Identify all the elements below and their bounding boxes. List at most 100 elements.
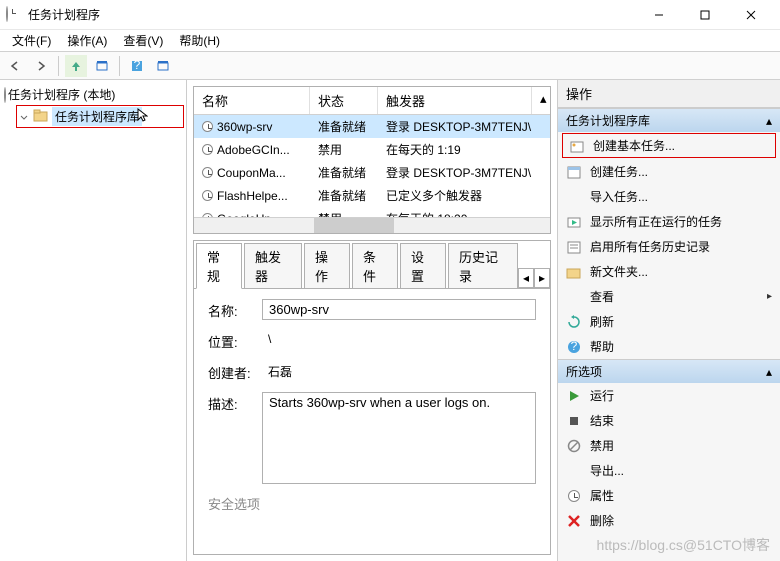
action-refresh[interactable]: 刷新 xyxy=(558,309,780,334)
delete-icon xyxy=(566,513,582,529)
field-creator: 石磊 xyxy=(262,361,298,382)
action-disable[interactable]: 禁用 xyxy=(558,433,780,458)
col-status[interactable]: 状态 xyxy=(310,87,378,114)
help-icon: ? xyxy=(566,339,582,355)
table-row[interactable]: CouponMa...准备就绪登录 DESKTOP-3M7TENJ\ xyxy=(194,161,550,184)
action-help[interactable]: ?帮助 xyxy=(558,334,780,359)
action-create-task[interactable]: 创建任务... xyxy=(558,159,780,184)
action-import[interactable]: 导入任务... xyxy=(558,184,780,209)
cell-trigger: 在每天的 18:20 xyxy=(378,209,550,217)
cell-status: 禁用 xyxy=(310,209,378,217)
tab-settings[interactable]: 设置 xyxy=(400,243,446,288)
collapse-icon[interactable]: ▴ xyxy=(766,365,772,379)
section-selected[interactable]: 所选项▴ xyxy=(558,359,780,383)
tree-node-library-label: 任务计划程序库 xyxy=(52,107,142,126)
clock-icon xyxy=(4,88,6,102)
panel-button[interactable] xyxy=(91,55,113,77)
chevron-right-icon: ▸ xyxy=(767,291,772,302)
field-name[interactable]: 360wp-srv xyxy=(262,299,536,320)
col-name[interactable]: 名称 xyxy=(194,87,310,114)
label-name: 名称: xyxy=(208,299,262,320)
expand-icon[interactable] xyxy=(18,111,30,123)
label-creator: 创建者: xyxy=(208,361,262,382)
tree-root[interactable]: 任务计划程序 (本地) xyxy=(2,84,184,105)
action-create-basic[interactable]: 创建基本任务... xyxy=(562,133,776,158)
forward-button[interactable] xyxy=(30,55,52,77)
section-library[interactable]: 任务计划程序库▴ xyxy=(558,108,780,132)
tab-next-icon[interactable]: ▸ xyxy=(534,268,550,288)
menu-action[interactable]: 操作(A) xyxy=(59,30,115,51)
svg-text:?: ? xyxy=(134,59,141,72)
scroll-up-icon[interactable]: ▴ xyxy=(532,87,550,114)
separator xyxy=(58,56,59,76)
menu-help[interactable]: 帮助(H) xyxy=(171,30,228,51)
running-icon xyxy=(566,214,582,230)
up-button[interactable] xyxy=(65,55,87,77)
clock-icon xyxy=(202,121,213,132)
clock-icon xyxy=(202,190,213,201)
tab-history[interactable]: 历史记录 xyxy=(448,243,518,288)
list-header: 名称 状态 触发器 ▴ xyxy=(194,87,550,115)
stop-icon xyxy=(566,413,582,429)
task-list[interactable]: 名称 状态 触发器 ▴ 360wp-srv准备就绪登录 DESKTOP-3M7T… xyxy=(193,86,551,234)
action-new-folder[interactable]: 新文件夹... xyxy=(558,259,780,284)
menu-view[interactable]: 查看(V) xyxy=(115,30,171,51)
tab-general[interactable]: 常规 xyxy=(196,243,242,289)
cell-name: FlashHelpe... xyxy=(217,189,288,203)
scrollbar-horizontal[interactable] xyxy=(194,217,550,233)
cell-trigger: 登录 DESKTOP-3M7TENJ\ xyxy=(378,117,550,136)
cell-trigger: 已定义多个触发器 xyxy=(378,186,550,205)
cell-name: CouponMa... xyxy=(217,166,286,180)
window-title: 任务计划程序 xyxy=(28,6,636,23)
wizard-icon xyxy=(569,138,585,154)
folder-icon xyxy=(33,108,49,125)
action-export[interactable]: 导出... xyxy=(558,458,780,483)
tab-triggers[interactable]: 触发器 xyxy=(244,243,302,288)
history-icon xyxy=(566,239,582,255)
action-properties[interactable]: 属性 xyxy=(558,483,780,508)
watermark: https://blog.cs@51CTO博客 xyxy=(597,535,770,555)
action-enable-history[interactable]: 启用所有任务历史记录 xyxy=(558,234,780,259)
table-row[interactable]: 360wp-srv准备就绪登录 DESKTOP-3M7TENJ\ xyxy=(194,115,550,138)
collapse-icon[interactable]: ▴ xyxy=(766,114,772,128)
action-view[interactable]: 查看▸ xyxy=(558,284,780,309)
tree-node-library[interactable]: 任务计划程序库 xyxy=(16,105,184,128)
help-button[interactable]: ? xyxy=(126,55,148,77)
table-row[interactable]: AdobeGCIn...禁用在每天的 1:19 xyxy=(194,138,550,161)
table-row[interactable]: GoogleUp...禁用在每天的 18:20 xyxy=(194,207,550,217)
actions-header: 操作 xyxy=(558,80,780,108)
col-trigger[interactable]: 触发器 xyxy=(378,87,532,114)
disable-icon xyxy=(566,438,582,454)
tree-root-label: 任务计划程序 (本地) xyxy=(8,86,115,103)
export-icon xyxy=(566,463,582,479)
action-delete[interactable]: 删除 xyxy=(558,508,780,533)
detail-panel: 常规 触发器 操作 条件 设置 历史记录 ◂▸ 名称:360wp-srv 位置:… xyxy=(193,240,551,555)
cell-status: 禁用 xyxy=(310,140,378,159)
clock-icon xyxy=(202,167,213,178)
maximize-button[interactable] xyxy=(682,0,728,30)
separator xyxy=(119,56,120,76)
cell-trigger: 登录 DESKTOP-3M7TENJ\ xyxy=(378,163,550,182)
back-button[interactable] xyxy=(4,55,26,77)
folder-icon xyxy=(566,264,582,280)
play-icon xyxy=(566,388,582,404)
minimize-button[interactable] xyxy=(636,0,682,30)
tab-actions[interactable]: 操作 xyxy=(304,243,350,288)
cursor-icon xyxy=(136,107,148,126)
action-end[interactable]: 结束 xyxy=(558,408,780,433)
tab-conditions[interactable]: 条件 xyxy=(352,243,398,288)
cell-name: AdobeGCIn... xyxy=(217,143,290,157)
panel2-button[interactable] xyxy=(152,55,174,77)
tab-prev-icon[interactable]: ◂ xyxy=(518,268,534,288)
field-location: \ xyxy=(262,330,277,348)
clock-icon xyxy=(202,213,213,217)
label-location: 位置: xyxy=(208,330,262,351)
action-run[interactable]: 运行 xyxy=(558,383,780,408)
action-show-running[interactable]: 显示所有正在运行的任务 xyxy=(558,209,780,234)
table-row[interactable]: FlashHelpe...准备就绪已定义多个触发器 xyxy=(194,184,550,207)
menu-file[interactable]: 文件(F) xyxy=(4,30,59,51)
field-description[interactable]: Starts 360wp-srv when a user logs on. xyxy=(262,392,536,484)
cell-name: 360wp-srv xyxy=(217,120,272,134)
close-button[interactable] xyxy=(728,0,774,30)
label-security: 安全选项 xyxy=(208,494,536,513)
